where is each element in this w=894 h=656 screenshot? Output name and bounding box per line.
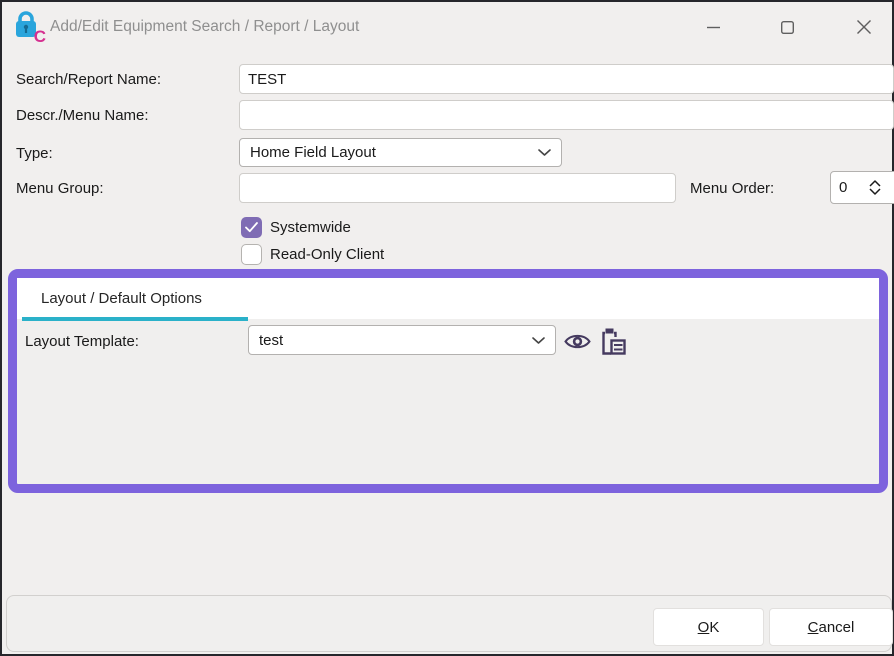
chevron-down-icon: [532, 337, 545, 344]
search-report-name-label: Search/Report Name:: [16, 64, 161, 94]
ok-button[interactable]: OK: [653, 608, 764, 646]
dialog-window: { "window": { "title": "Add/Edit Equipme…: [0, 0, 894, 656]
read-only-client-checkbox[interactable]: [241, 244, 262, 265]
title-bar: C Add/Edit Equipment Search / Report / L…: [2, 2, 892, 52]
search-report-name-input[interactable]: [239, 64, 894, 94]
tab-layout-default-options[interactable]: Layout / Default Options: [31, 278, 212, 319]
footer-bar: OK Cancel: [6, 595, 892, 652]
layout-template-value: test: [259, 332, 532, 349]
stepper-arrows[interactable]: [869, 180, 881, 195]
descr-menu-name-input[interactable]: [239, 100, 894, 130]
type-dropdown[interactable]: Home Field Layout: [239, 138, 562, 167]
menu-group-input[interactable]: [239, 173, 676, 203]
systemwide-checkbox[interactable]: [241, 217, 262, 238]
cancel-button[interactable]: Cancel: [769, 608, 893, 646]
menu-order-value: 0: [839, 179, 869, 196]
active-tab-underline: [22, 317, 248, 321]
type-dropdown-value: Home Field Layout: [250, 144, 538, 161]
chevron-down-icon: [538, 149, 551, 156]
maximize-icon: [781, 21, 794, 34]
descr-menu-name-label: Descr./Menu Name:: [16, 100, 149, 130]
eye-icon: [564, 332, 591, 351]
menu-order-stepper[interactable]: 0: [830, 171, 894, 204]
type-label: Type:: [16, 138, 53, 168]
paste-layout-button[interactable]: [597, 325, 629, 357]
app-lock-icon: C: [14, 11, 44, 43]
maximize-button[interactable]: [764, 4, 810, 50]
checkmark-icon: [245, 222, 258, 233]
close-button[interactable]: [841, 4, 887, 50]
menu-order-label: Menu Order:: [690, 173, 774, 203]
tab-strip: Layout / Default Options: [17, 278, 879, 319]
read-only-client-label: Read-Only Client: [270, 244, 384, 265]
clipboard-paste-icon: [601, 327, 626, 356]
chevron-down-icon[interactable]: [869, 188, 881, 195]
preview-button[interactable]: [561, 325, 593, 357]
cancel-button-label: Cancel: [808, 619, 855, 636]
systemwide-label: Systemwide: [270, 217, 351, 238]
layout-template-label: Layout Template:: [25, 326, 139, 356]
minimize-icon: [707, 21, 720, 34]
tab-label: Layout / Default Options: [41, 290, 202, 307]
window-title: Add/Edit Equipment Search / Report / Lay…: [50, 2, 359, 52]
menu-group-label: Menu Group:: [16, 173, 104, 203]
app-icon-c-letter: C: [34, 28, 46, 45]
layout-options-highlight-panel: Layout / Default Options Layout Template…: [8, 269, 888, 493]
minimize-button[interactable]: [690, 4, 736, 50]
ok-button-label: OK: [698, 619, 720, 636]
chevron-up-icon[interactable]: [869, 180, 881, 187]
close-icon: [857, 20, 871, 34]
layout-template-dropdown[interactable]: test: [248, 325, 556, 355]
